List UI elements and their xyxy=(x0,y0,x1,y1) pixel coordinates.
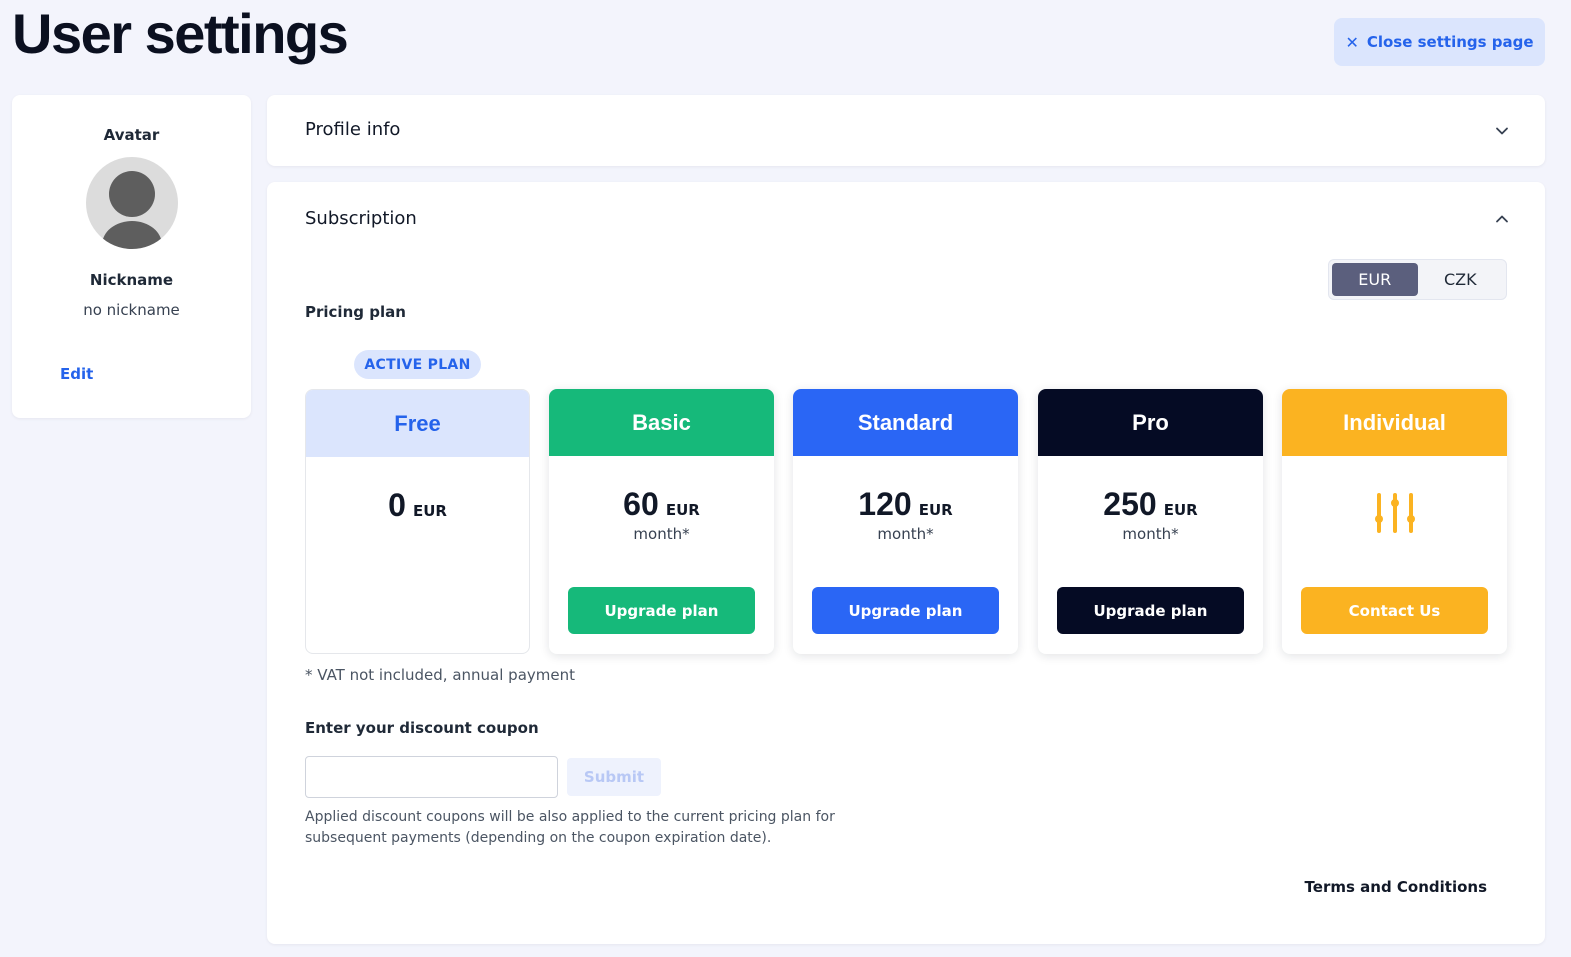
currency-toggle: EUR CZK xyxy=(1328,259,1507,300)
currency-option-eur[interactable]: EUR xyxy=(1332,263,1418,296)
edit-profile-link[interactable]: Edit xyxy=(60,365,93,383)
profile-info-title: Profile info xyxy=(305,119,401,140)
close-settings-label: Close settings page xyxy=(1366,33,1534,51)
price-period: month* xyxy=(1122,525,1179,543)
coupon-label: Enter your discount coupon xyxy=(305,719,539,737)
active-plan-badge: ACTIVE PLAN xyxy=(354,350,481,379)
avatar-body xyxy=(102,221,162,249)
upgrade-pro-button[interactable]: Upgrade plan xyxy=(1057,587,1244,634)
pricing-plans: Free 0 EUR Basic 60 EUR month* Upgrade p… xyxy=(305,389,1507,654)
price-amount: 250 xyxy=(1103,486,1157,522)
plan-card-standard: Standard 120 EUR month* Upgrade plan xyxy=(793,389,1018,654)
price-amount: 0 xyxy=(388,487,406,523)
coupon-help-text: Applied discount coupons will be also ap… xyxy=(305,809,835,846)
upgrade-standard-button[interactable]: Upgrade plan xyxy=(812,587,999,634)
profile-info-section[interactable]: Profile info xyxy=(267,95,1545,166)
nickname-value: no nickname xyxy=(83,301,180,319)
subscription-title[interactable]: Subscription xyxy=(305,208,417,229)
currency-option-czk[interactable]: CZK xyxy=(1418,263,1504,296)
coupon-input[interactable] xyxy=(305,756,558,798)
coupon-submit-button[interactable]: Submit xyxy=(567,758,661,796)
avatar-card: Avatar Nickname no nickname Edit xyxy=(12,95,251,418)
plan-card-free: Free 0 EUR xyxy=(305,389,530,654)
nickname-label: Nickname xyxy=(89,271,174,289)
plan-price: 120 EUR xyxy=(793,486,1018,523)
price-amount: 120 xyxy=(858,486,912,522)
plan-card-individual: Individual Contact Us xyxy=(1282,389,1507,654)
subscription-section: Subscription EUR CZK Pricing plan ACTIVE… xyxy=(267,182,1545,944)
plan-title: Pro xyxy=(1038,389,1263,456)
plan-title: Basic xyxy=(549,389,774,456)
price-currency: EUR xyxy=(665,501,700,519)
plan-price: 0 EUR xyxy=(306,487,529,524)
sliders-icon xyxy=(1375,493,1415,533)
plan-card-pro: Pro 250 EUR month* Upgrade plan xyxy=(1038,389,1263,654)
plan-title: Individual xyxy=(1282,389,1507,456)
upgrade-basic-button[interactable]: Upgrade plan xyxy=(568,587,755,634)
price-currency: EUR xyxy=(918,501,953,519)
price-period: month* xyxy=(633,525,690,543)
price-currency: EUR xyxy=(412,502,447,520)
avatar-label: Avatar xyxy=(103,126,160,144)
vat-note: * VAT not included, annual payment xyxy=(305,666,575,684)
plan-price: 60 EUR xyxy=(549,486,774,523)
close-icon: ✕ xyxy=(1345,32,1359,52)
plan-price: 250 EUR xyxy=(1038,486,1263,523)
price-period: month* xyxy=(877,525,934,543)
terms-and-conditions-link[interactable]: Terms and Conditions xyxy=(1305,878,1487,896)
plan-title: Standard xyxy=(793,389,1018,456)
price-currency: EUR xyxy=(1163,501,1198,519)
plan-title: Free xyxy=(306,390,529,457)
page-title: User settings xyxy=(12,2,349,65)
chevron-up-icon[interactable] xyxy=(1495,212,1509,226)
close-settings-button[interactable]: ✕ Close settings page xyxy=(1334,18,1545,66)
pricing-plan-label: Pricing plan xyxy=(305,303,406,321)
avatar[interactable] xyxy=(86,157,178,249)
contact-us-button[interactable]: Contact Us xyxy=(1301,587,1488,634)
price-amount: 60 xyxy=(623,486,659,522)
chevron-down-icon[interactable] xyxy=(1495,124,1509,138)
plan-card-basic: Basic 60 EUR month* Upgrade plan xyxy=(549,389,774,654)
avatar-head xyxy=(109,171,155,217)
